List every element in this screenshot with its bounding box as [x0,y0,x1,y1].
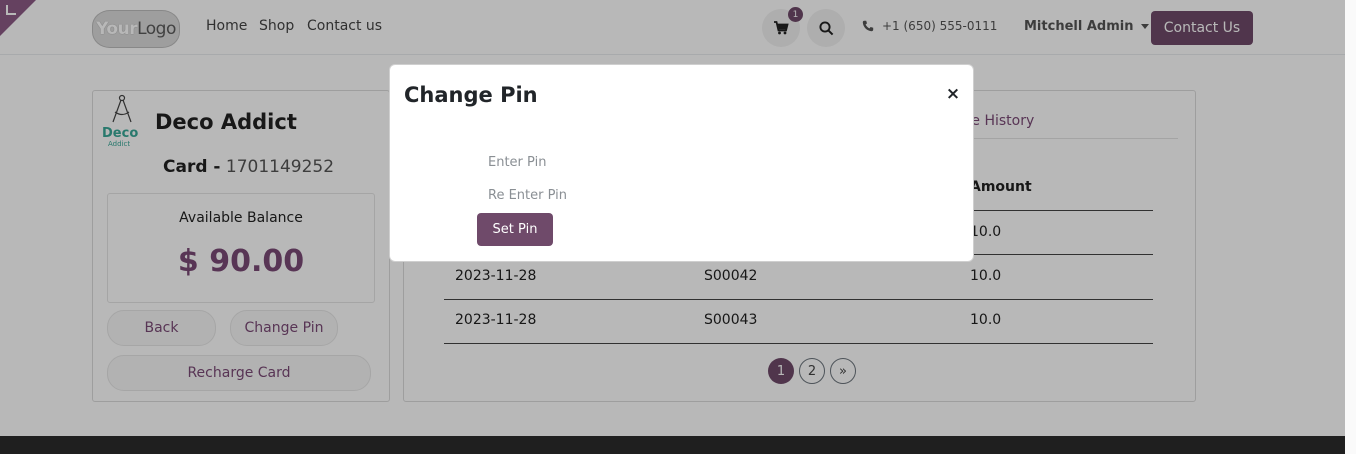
page: YourLogo Home Shop Contact us 1 +1 (650 [0,0,1356,454]
site-footer [0,436,1345,454]
close-icon[interactable]: × [944,84,962,104]
reenter-pin-input[interactable] [477,181,777,209]
change-pin-dialog: Change Pin × Set Pin [389,64,974,262]
scrollbar-track[interactable] [1345,0,1356,454]
enter-pin-input[interactable] [477,148,777,176]
set-pin-button[interactable]: Set Pin [477,213,553,246]
dialog-title: Change Pin [404,83,538,107]
